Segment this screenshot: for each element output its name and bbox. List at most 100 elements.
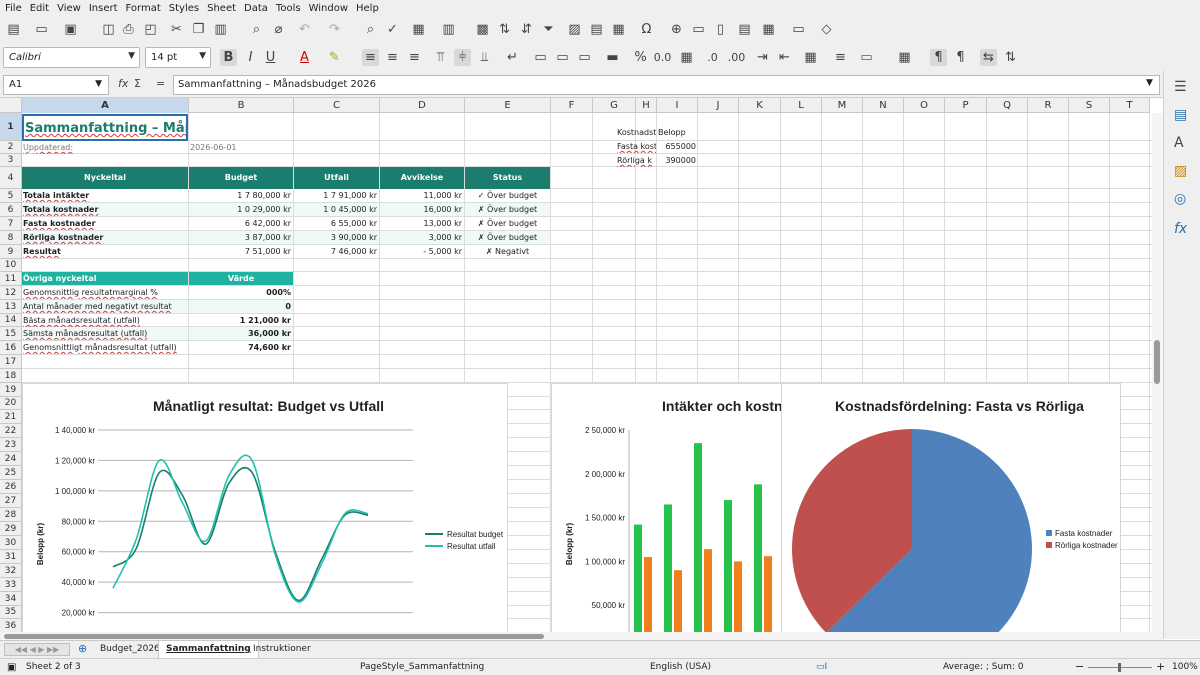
row-header-3[interactable]: 3 [0,154,22,167]
column-header-A[interactable]: A [22,98,189,113]
zoom-slider-handle[interactable] [1118,663,1121,672]
function-wizard-icon[interactable]: fx [118,77,128,90]
line-chart[interactable]: Månatligt resultat: Budget vs Utfall 1 4… [22,383,508,633]
increase-indent-icon[interactable]: ⇥ [754,49,771,66]
column-header-P[interactable]: P [945,98,987,113]
zoom-out-icon[interactable]: − [1075,660,1084,673]
expand-formula-icon[interactable]: ▼ [1146,78,1153,88]
navigator-icon[interactable]: ◎ [1174,191,1186,207]
unmerge-icon[interactable]: ▭ [576,49,593,66]
paste-icon[interactable]: ▥ [212,21,229,38]
image-icon[interactable]: ▨ [566,21,583,38]
menu-insert[interactable]: Insert [88,3,125,14]
row-header-29[interactable]: 29 [0,522,22,536]
highlight-icon[interactable]: ✎ [326,49,343,66]
horizontal-scrollbar[interactable] [0,632,1163,640]
menu-window[interactable]: Window [308,3,355,14]
column-header-L[interactable]: L [781,98,822,113]
gallery-icon[interactable]: ▨ [1174,163,1187,179]
headers-footers-icon[interactable]: ▯ [712,21,729,38]
vertical-scroll-thumb[interactable] [1154,340,1160,384]
row-header-20[interactable]: 20 [0,397,22,410]
pie-chart[interactable]: Kostnadsfördelning: Fasta vs Rörliga Fas… [781,383,1121,633]
selection-mode-icon[interactable]: ▭I [816,662,827,672]
show-draw-functions-icon[interactable]: ◇ [818,21,835,38]
row-header-5[interactable]: 5 [0,189,22,203]
wrap-text-icon[interactable]: ↵ [504,49,521,66]
menu-file[interactable]: File [4,3,29,14]
tab-instruktioner[interactable]: Instruktioner [246,641,318,658]
horizontal-scroll-thumb[interactable] [4,634,544,639]
column-header-C[interactable]: C [294,98,380,113]
row-header-36[interactable]: 36 [0,619,22,633]
row-header-28[interactable]: 28 [0,508,22,522]
column-header-D[interactable]: D [380,98,465,113]
text-orientation-icon[interactable]: ⇆ [980,49,997,66]
open-folder-icon[interactable]: ▭ [33,21,50,38]
row-header-14[interactable]: 14 [0,314,22,327]
menu-styles[interactable]: Styles [168,3,206,14]
row-header-19[interactable]: 19 [0,383,22,397]
row-header-16[interactable]: 16 [0,341,22,355]
column-header-O[interactable]: O [904,98,945,113]
menu-edit[interactable]: Edit [29,3,56,14]
row-header-12[interactable]: 12 [0,286,22,300]
row-header-27[interactable]: 27 [0,494,22,508]
column-header-H[interactable]: H [636,98,657,113]
find-replace-icon[interactable]: ⌕ [362,21,379,38]
row-header-21[interactable]: 21 [0,410,22,424]
row-header-8[interactable]: 8 [0,231,22,245]
align-bottom-icon[interactable]: ⫫ [476,49,493,66]
functions-icon[interactable]: fx [1174,221,1187,237]
vertical-scrollbar[interactable] [1152,113,1163,632]
menu-sheet[interactable]: Sheet [206,3,243,14]
row-header-34[interactable]: 34 [0,592,22,606]
name-box[interactable]: A1 ▼ [3,75,109,95]
row-header-23[interactable]: 23 [0,438,22,452]
row-header-11[interactable]: 11 [0,272,22,286]
align-center-icon[interactable]: ≡ [384,49,401,66]
row-header-2[interactable]: 2 [0,141,22,154]
menu-icon[interactable]: ☰ [1174,79,1187,95]
column-header-S[interactable]: S [1069,98,1110,113]
menu-view[interactable]: View [56,3,88,14]
border-color-icon[interactable]: ▭ [858,49,875,66]
underline-icon[interactable]: U [262,49,279,66]
row-header-18[interactable]: 18 [0,369,22,383]
add-sheet-icon[interactable]: ⊕ [78,642,87,655]
undo-icon[interactable]: ↶ [296,21,313,38]
comment-icon[interactable]: ▭ [690,21,707,38]
hyperlink-icon[interactable]: ⊕ [668,21,685,38]
tab-navigation-buttons[interactable]: ◀◀ ◀ ▶ ▶▶ [4,643,70,656]
row-header-24[interactable]: 24 [0,452,22,466]
redo-icon[interactable]: ↷ [326,21,343,38]
decrease-indent-icon[interactable]: ⇤ [776,49,793,66]
column-header-F[interactable]: F [551,98,593,113]
cut-icon[interactable]: ✂ [168,21,185,38]
split-window-icon[interactable]: ▭ [790,21,807,38]
column-header-N[interactable]: N [863,98,904,113]
column-header-R[interactable]: R [1028,98,1069,113]
copy-icon[interactable]: ❐ [190,21,207,38]
sheet-title[interactable]: Sammanfattning – Månadsbudget 2026 [22,114,188,141]
column-header-E[interactable]: E [465,98,551,113]
percent-format-icon[interactable]: % [632,49,649,66]
print-icon[interactable]: ⎙ [120,21,137,38]
row-header-4[interactable]: 4 [0,167,22,189]
chart-icon[interactable]: ▤ [588,21,605,38]
clear-formatting-icon[interactable]: ⌀ [270,21,287,38]
styles-icon[interactable]: A [1174,135,1184,151]
borders-icon[interactable]: ▦ [802,49,819,66]
row-header-10[interactable]: 10 [0,259,22,272]
row-icon[interactable]: ▦ [410,21,427,38]
conditional-format-icon[interactable]: ▦ [896,49,913,66]
font-size-dropdown[interactable]: 14 pt ▼ [145,47,211,68]
row-header-9[interactable]: 9 [0,245,22,259]
pivot-table-icon[interactable]: ▦ [610,21,627,38]
column-header-K[interactable]: K [739,98,781,113]
print-preview-icon[interactable]: ◰ [142,21,159,38]
row-header-33[interactable]: 33 [0,578,22,592]
menu-format[interactable]: Format [125,3,168,14]
row-header-31[interactable]: 31 [0,550,22,564]
merge-cells-icon[interactable]: ▭ [532,49,549,66]
